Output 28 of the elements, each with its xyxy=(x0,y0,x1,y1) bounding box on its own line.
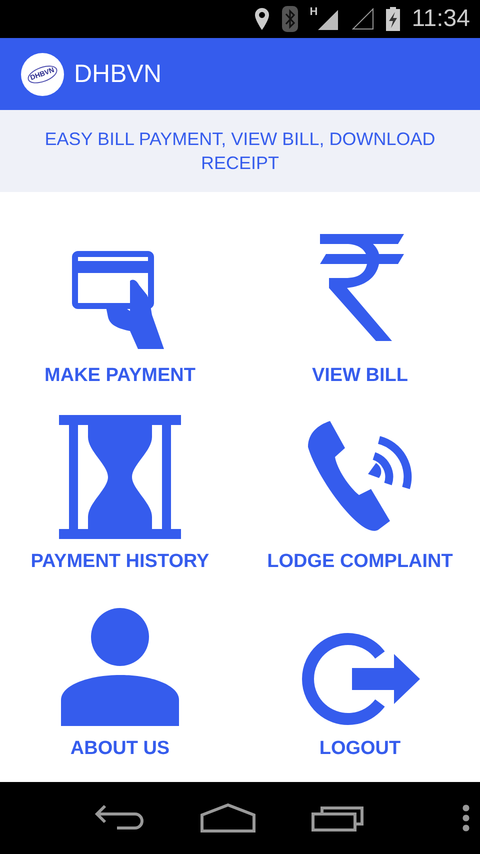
network-type-label: H xyxy=(310,6,318,18)
menu-tile[interactable]: LOGOUT xyxy=(240,585,480,772)
tile-label: MAKE PAYMENT xyxy=(44,364,196,387)
signal-icon xyxy=(316,8,340,30)
menu-tile[interactable]: VIEW BILL xyxy=(240,212,480,399)
bluetooth-icon xyxy=(282,6,298,32)
app-title: DHBVN xyxy=(74,60,162,88)
clock: 11:34 xyxy=(412,5,470,33)
hourglass-icon xyxy=(59,415,181,540)
signal-empty-icon xyxy=(352,8,374,30)
menu-tile[interactable]: MAKE PAYMENT xyxy=(0,212,240,399)
menu-tile[interactable]: LODGE COMPLAINT xyxy=(240,398,480,586)
banner-text: EASY BILL PAYMENT, VIEW BILL, DOWNLOAD RECEIPT xyxy=(44,128,436,175)
menu-tile[interactable]: ABOUT US xyxy=(0,585,240,772)
home-icon[interactable] xyxy=(200,803,256,833)
tile-label: LODGE COMPLAINT xyxy=(267,551,453,574)
tile-label: LOGOUT xyxy=(319,738,401,760)
more-options-icon[interactable] xyxy=(462,804,470,832)
location-icon xyxy=(254,7,270,31)
tile-label: PAYMENT HISTORY xyxy=(30,551,210,574)
logout-icon xyxy=(300,632,420,726)
tile-label: ABOUT US xyxy=(70,738,170,760)
person-icon xyxy=(61,608,179,726)
battery-charging-icon xyxy=(386,7,400,31)
menu-tile[interactable]: PAYMENT HISTORY xyxy=(0,398,240,586)
back-icon[interactable] xyxy=(95,804,145,832)
tile-label: VIEW BILL xyxy=(312,364,408,387)
recent-apps-icon[interactable] xyxy=(311,804,365,832)
